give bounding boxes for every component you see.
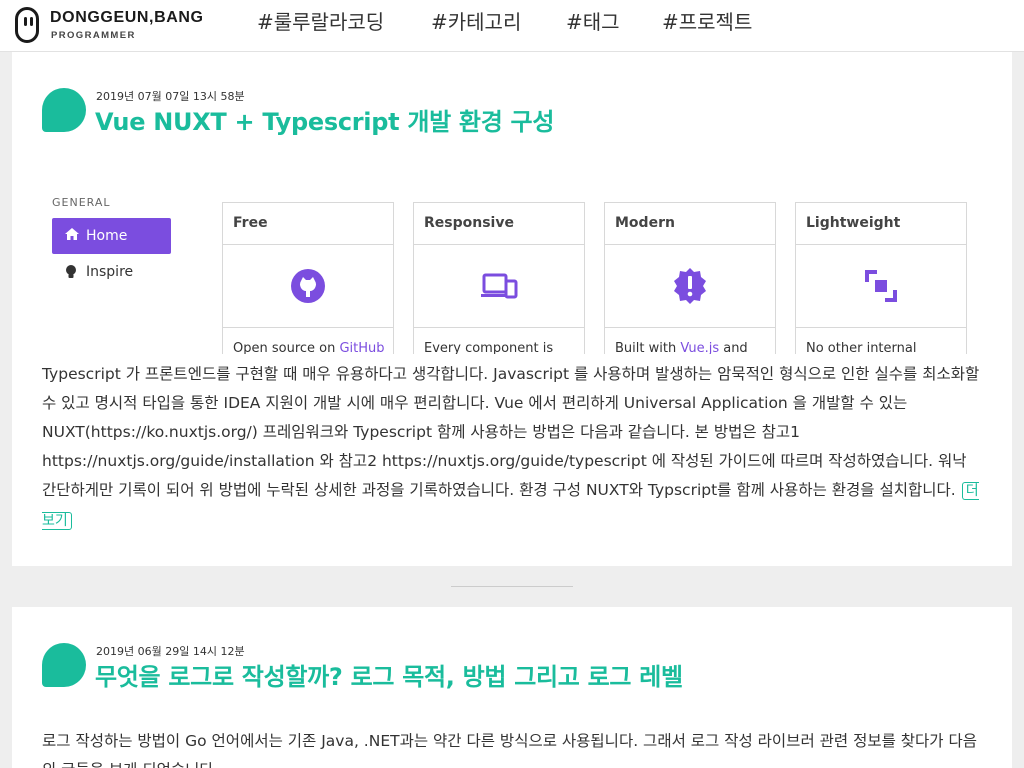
post-excerpt: Typescript 가 프론트엔드를 구현할 때 매우 유용하다고 생각합니다…	[42, 360, 982, 536]
preview-feature-card: Responsive Every component is	[413, 202, 585, 354]
divider	[414, 327, 584, 328]
feature-text: Built with Vue.js and	[615, 341, 748, 354]
preview-section-label: GENERAL	[52, 196, 111, 209]
feature-title: Lightweight	[806, 215, 901, 231]
feature-text: No other internal	[806, 341, 917, 354]
post-excerpt-text: Typescript 가 프론트엔드를 구현할 때 매우 유용하다고 생각합니다…	[42, 365, 980, 499]
preview-menu-home-label: Home	[86, 228, 128, 244]
compress-icon	[865, 270, 897, 302]
author-avatar	[42, 643, 86, 687]
nav-item-coding[interactable]: #룰루랄라코딩	[257, 9, 384, 35]
github-icon	[291, 269, 325, 303]
preview-feature-card: Lightweight No other internal	[795, 202, 967, 354]
post-title[interactable]: 무엇을 로그로 작성할까? 로그 목적, 방법 그리고 로그 레벨	[95, 657, 683, 692]
feature-title: Responsive	[424, 215, 514, 231]
divider	[414, 244, 584, 245]
logo-icon[interactable]	[15, 7, 39, 43]
post-card: 2019년 06월 29일 14시 12분 무엇을 로그로 작성할까? 로그 목…	[12, 607, 1012, 768]
lightbulb-icon	[66, 265, 76, 278]
divider	[223, 244, 393, 245]
preview-feature-card: Free Open source on GitHub	[222, 202, 394, 354]
divider	[605, 244, 775, 245]
author-avatar	[42, 88, 86, 132]
post-thumbnail[interactable]: GENERAL Home Inspire Free Open source on…	[42, 182, 982, 354]
divider	[796, 327, 966, 328]
preview-menu-inspire-label: Inspire	[86, 264, 134, 280]
preview-feature-card: Modern Built with Vue.js and	[604, 202, 776, 354]
nav-item-tag[interactable]: #태그	[566, 9, 620, 35]
brand-subtitle: PROGRAMMER	[51, 30, 136, 41]
brand-name[interactable]: DONGGEUN,BANG	[50, 9, 204, 27]
feature-title: Free	[233, 215, 268, 231]
post-excerpt: 로그 작성하는 방법이 Go 언어에서는 기존 Java, .NET과는 약간 …	[42, 732, 978, 768]
nav-item-category[interactable]: #카테고리	[431, 9, 521, 35]
feature-title: Modern	[615, 215, 675, 231]
post-card: 2019년 07월 07일 13시 58분 Vue NUXT + Typescr…	[12, 52, 1012, 566]
feature-text: Open source on GitHub	[233, 341, 385, 354]
site-header: DONGGEUN,BANG PROGRAMMER #룰루랄라코딩 #카테고리 #…	[0, 0, 1024, 52]
alert-badge-icon	[674, 268, 706, 304]
nav-item-project[interactable]: #프로젝트	[662, 9, 752, 35]
divider	[796, 244, 966, 245]
divider	[223, 327, 393, 328]
divider	[605, 327, 775, 328]
preview-menu-home: Home	[52, 218, 171, 254]
devices-icon	[481, 273, 518, 299]
feature-text: Every component is	[424, 341, 554, 354]
post-title[interactable]: Vue NUXT + Typescript 개발 환경 구성	[95, 102, 554, 137]
home-icon	[65, 228, 79, 240]
post-divider	[451, 586, 573, 587]
